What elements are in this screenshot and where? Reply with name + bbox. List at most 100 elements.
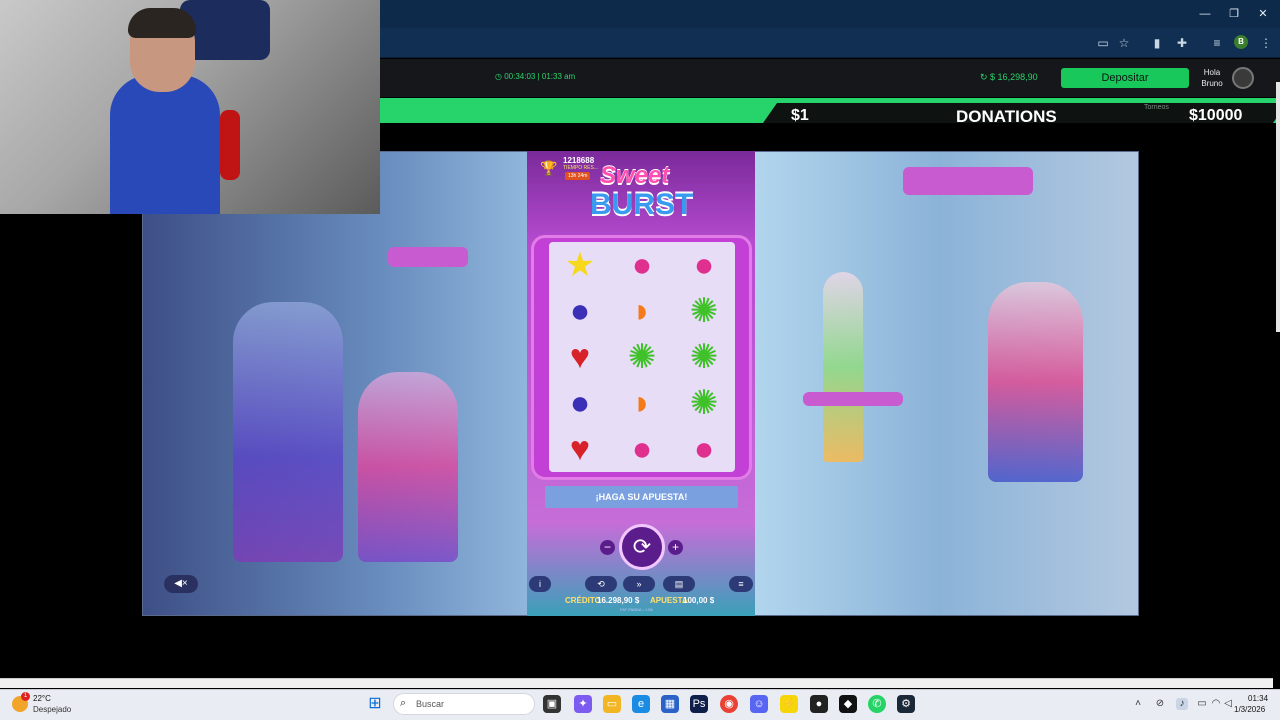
pipe-mid-right — [803, 392, 903, 406]
user-avatar[interactable] — [1232, 67, 1254, 89]
plum-symbol: ● — [569, 384, 591, 422]
app-icon[interactable]: ⚡ — [780, 695, 798, 713]
greeting-text: Hola — [1203, 68, 1221, 77]
chrome-icon[interactable]: ◉ — [720, 695, 738, 713]
copilot-icon[interactable]: ✦ — [574, 695, 592, 713]
strawberry-symbol: ♥ — [569, 430, 591, 468]
horizontal-scrollbar[interactable] — [0, 678, 1273, 688]
streamer-hair — [128, 8, 196, 38]
kiwi-symbol: ✺ — [689, 384, 719, 422]
obs-icon[interactable]: ● — [810, 695, 828, 713]
fruit-tube-right — [988, 282, 1083, 482]
weather-description[interactable]: Despejado — [33, 705, 71, 714]
fruit-tube-left — [233, 302, 343, 562]
search-icon: ⌕ — [400, 697, 407, 709]
increase-bet-button[interactable]: + — [668, 540, 683, 555]
fruit-tube-center-left — [358, 372, 458, 562]
deposit-button[interactable]: Depositar — [1061, 68, 1189, 88]
game-logo-burst: BURST — [590, 188, 694, 221]
plum-symbol: ● — [569, 292, 591, 330]
clock-date[interactable]: 1/3/2026 — [1234, 705, 1265, 714]
bet-prompt-banner: ¡HAGA SU APUESTA! — [545, 486, 738, 508]
spin-icon: ⟳ — [632, 534, 652, 559]
pipe-top-right — [903, 167, 1033, 195]
orange-symbol: ◗ — [631, 292, 653, 330]
autoplay-icon: ⟲ — [597, 579, 605, 589]
taskbar-search-input[interactable] — [393, 693, 535, 715]
bet-label: APUESTA — [650, 596, 688, 605]
star-symbol: ★ — [564, 246, 596, 284]
game-menu-button[interactable]: ≡ — [729, 576, 753, 592]
balance-display: ↻ $ 16,298,90 — [980, 72, 1038, 82]
edge-icon[interactable]: e — [632, 695, 650, 713]
puzzle-icon[interactable]: ✚ — [1173, 35, 1191, 51]
donation-title: DONATIONS — [956, 107, 1057, 126]
start-icon[interactable]: ⊞ — [366, 695, 384, 713]
buy-feature-button[interactable]: ▤ — [663, 576, 695, 592]
info-button[interactable]: i — [529, 576, 551, 592]
fruit-tube-thin — [823, 272, 863, 462]
session-timer: ◷ 00:34:03 | 01:33 am — [495, 72, 576, 81]
search-placeholder: Buscar — [416, 699, 445, 709]
profile-avatar[interactable]: B — [1234, 35, 1248, 49]
hamburger-icon: ≡ — [738, 579, 744, 589]
mute-icon: ◀× — [174, 578, 188, 589]
discord-icon[interactable]: ☺ — [750, 695, 768, 713]
app-dark-icon[interactable]: ◆ — [839, 695, 857, 713]
cast-icon[interactable]: ▭ — [1094, 35, 1112, 51]
clock-icon: ◷ — [495, 72, 505, 81]
turbo-icon: » — [636, 579, 642, 589]
clock-time[interactable]: 01:34 — [1248, 694, 1268, 703]
user-greeting[interactable]: Hola Bruno — [1198, 67, 1226, 89]
photoshop-icon[interactable]: Ps — [690, 695, 708, 713]
autoplay-button[interactable]: ⟲ — [585, 576, 617, 592]
display-icon[interactable]: ▭ — [1196, 698, 1208, 710]
webcam-overlay — [0, 0, 380, 214]
whatsapp-icon[interactable]: ✆ — [868, 695, 886, 713]
minimize-button[interactable]: — — [1195, 6, 1215, 22]
tournament-label: TIEMPO RES... — [563, 165, 599, 171]
volume-icon[interactable]: ◁ — [1222, 698, 1234, 710]
browser-menu-icon[interactable]: ⋮ — [1257, 35, 1275, 51]
close-button[interactable]: ✕ — [1253, 6, 1273, 22]
weather-temperature[interactable]: 22°C — [33, 694, 51, 703]
kiwi-symbol: ✺ — [689, 338, 719, 376]
tournament-score: 1218688 — [563, 156, 595, 165]
microphone-icon[interactable]: ♪ — [1176, 698, 1188, 710]
credit-value: 16.298,90 $ — [597, 596, 640, 605]
donation-min: $1 — [791, 107, 809, 124]
game-logo-sweet: Sweet — [600, 162, 670, 189]
turbo-button[interactable]: » — [623, 576, 655, 592]
orange-symbol: ◗ — [631, 384, 653, 422]
network-off-icon[interactable]: ⊘ — [1154, 698, 1166, 710]
provider-label: FAT PANDA • 1.56 — [620, 607, 653, 612]
wifi-icon[interactable]: ◠ — [1210, 698, 1222, 710]
raspberry-symbol: ● — [693, 430, 715, 468]
maximize-button[interactable]: ❐ — [1224, 6, 1244, 22]
media-control-icon[interactable]: ≡ — [1208, 35, 1226, 51]
sound-toggle-button[interactable]: ◀× — [164, 575, 198, 593]
task-view-icon[interactable]: ▣ — [543, 695, 561, 713]
refresh-icon[interactable]: ↻ — [980, 72, 990, 82]
credit-label: CRÉDITO — [565, 596, 601, 605]
raspberry-symbol: ● — [631, 246, 653, 284]
page-scrollbar[interactable] — [1276, 82, 1280, 332]
trophy-icon: 🏆 — [540, 160, 558, 176]
decrease-bet-button[interactable]: − — [600, 540, 615, 555]
store-icon[interactable]: ▦ — [661, 695, 679, 713]
pipe-left — [388, 247, 468, 267]
extension-icon[interactable]: ▮ — [1148, 35, 1166, 51]
donation-max: $10000 — [1189, 107, 1243, 124]
spin-button[interactable]: ⟳ — [619, 524, 665, 570]
tray-chevron-icon[interactable]: ˄ — [1132, 698, 1144, 710]
username-text: Bruno — [1201, 79, 1223, 88]
weather-badge: 1 — [21, 692, 30, 701]
microphone — [220, 110, 240, 180]
stack-icon: ▤ — [674, 579, 684, 589]
bookmark-star-icon[interactable]: ☆ — [1115, 35, 1133, 51]
bet-value: 100,00 $ — [683, 596, 715, 605]
file-explorer-icon[interactable]: ▭ — [603, 695, 621, 713]
steam-icon[interactable]: ⚙ — [897, 695, 915, 713]
strawberry-symbol: ♥ — [569, 338, 591, 376]
torneos-link[interactable]: Torneos — [1144, 104, 1169, 111]
